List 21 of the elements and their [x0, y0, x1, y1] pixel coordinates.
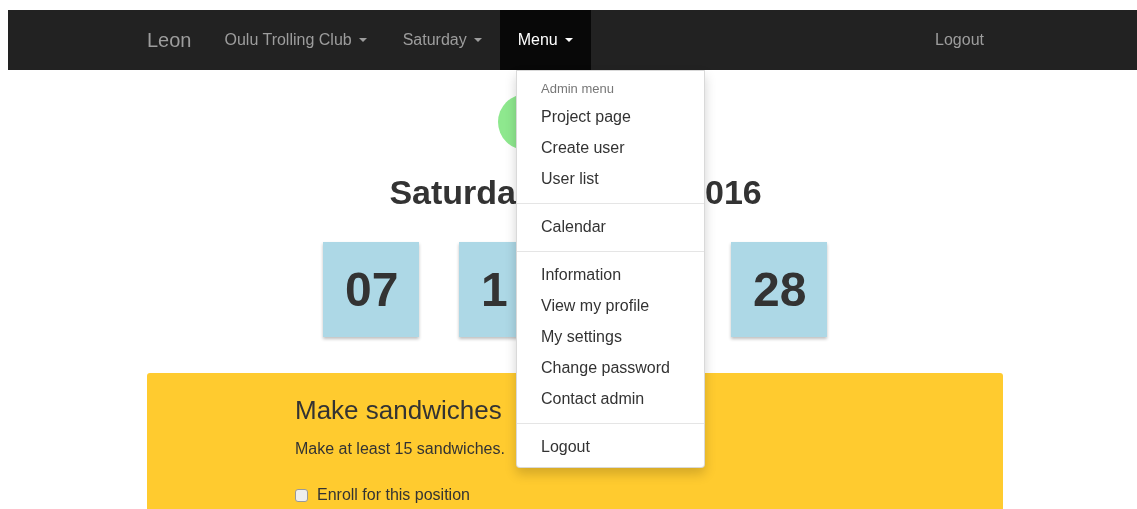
nav-dropdown[interactable]: Menu [499, 10, 591, 70]
menu-item[interactable]: Contact admin [517, 383, 704, 414]
task-description: Make at least 15 sandwiches. [295, 440, 505, 458]
enroll-label: Enroll for this position [317, 486, 470, 504]
nav-dropdown[interactable]: Oulu Trolling Club [206, 10, 385, 70]
enroll-checkbox[interactable] [295, 488, 308, 502]
page-heading: Saturda [389, 172, 516, 212]
menu-item[interactable]: Change password [517, 352, 704, 383]
brand-link[interactable]: Leon [147, 10, 207, 70]
menu-item[interactable]: Calendar [517, 211, 704, 242]
nav-dropdown[interactable]: Saturday [384, 10, 500, 70]
page-heading: 016 [705, 172, 763, 212]
menu-item[interactable]: User list [517, 163, 704, 194]
menu-header: Admin menu [540, 80, 615, 98]
menu-item[interactable]: Logout [517, 431, 704, 462]
countdown-tile: 28 [731, 242, 827, 337]
task-title: Make sandwiches [295, 395, 502, 426]
countdown-tile: 07 [323, 242, 419, 337]
menu-item[interactable]: Project page [517, 101, 704, 132]
menu-item[interactable]: Create user [517, 132, 704, 163]
logout-link[interactable]: Logout [917, 10, 1002, 70]
